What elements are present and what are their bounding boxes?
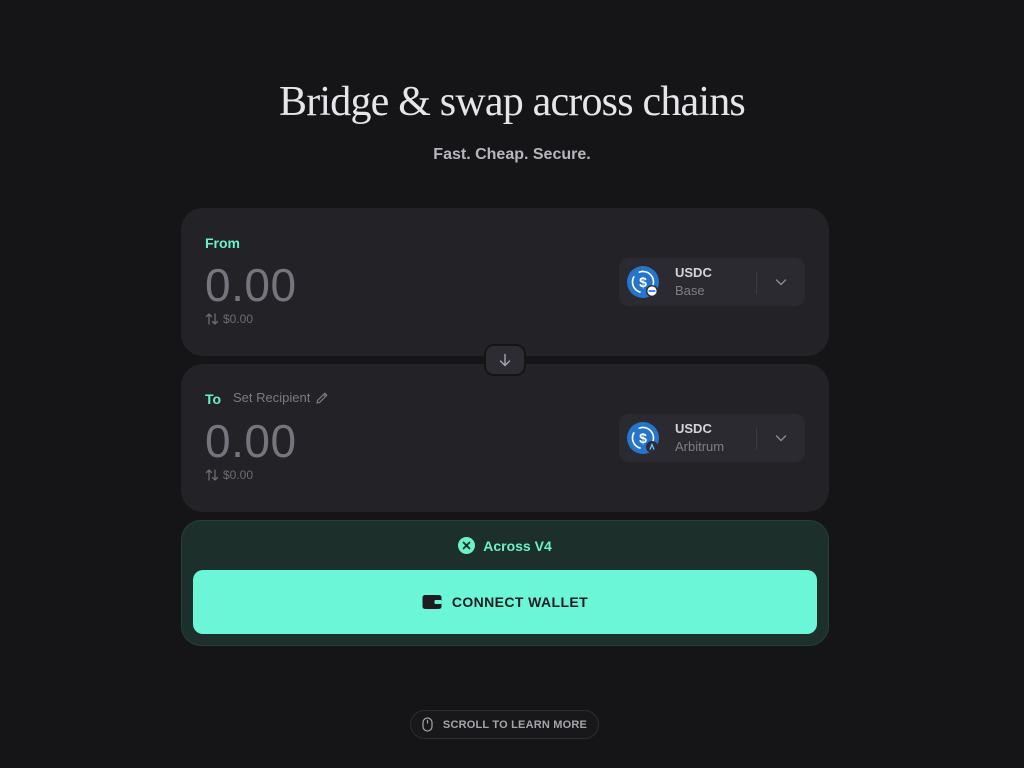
route-indicator: Across V4 bbox=[182, 537, 828, 554]
mouse-icon bbox=[422, 717, 433, 732]
to-token-selector[interactable]: $ USDC Arbitrum bbox=[619, 414, 805, 462]
swap-vertical-icon bbox=[205, 313, 219, 325]
to-usd-toggle[interactable]: $0.00 bbox=[205, 468, 253, 482]
connect-wallet-button[interactable]: CONNECT WALLET bbox=[193, 570, 817, 634]
pencil-icon bbox=[316, 392, 328, 404]
token-selector-divider bbox=[756, 428, 757, 450]
to-card: To Set Recipient 0.00 $0.00 $ USDC Arbit… bbox=[181, 364, 829, 512]
usdc-icon: $ bbox=[627, 422, 659, 454]
svg-text:$: $ bbox=[639, 274, 647, 290]
to-label: To bbox=[205, 391, 222, 407]
swap-direction-button[interactable] bbox=[484, 344, 526, 376]
to-usd-value: $0.00 bbox=[223, 468, 254, 482]
chevron-down-icon bbox=[775, 435, 787, 442]
scroll-hint[interactable]: SCROLL TO LEARN MORE bbox=[410, 710, 599, 739]
wallet-icon bbox=[422, 595, 442, 609]
page-title: Bridge & swap across chains bbox=[279, 79, 746, 125]
connect-wallet-label: CONNECT WALLET bbox=[451, 594, 589, 610]
usdc-icon: $ bbox=[627, 266, 659, 298]
svg-text:$: $ bbox=[639, 430, 647, 446]
scroll-hint-label: SCROLL TO LEARN MORE bbox=[442, 718, 588, 731]
from-token-chain: Base bbox=[675, 283, 705, 298]
from-label: From bbox=[205, 235, 240, 251]
from-amount-input[interactable]: 0.00 bbox=[205, 258, 297, 312]
arrow-down-icon bbox=[499, 353, 511, 367]
chevron-down-icon bbox=[775, 279, 787, 286]
set-recipient-label: Set Recipient bbox=[233, 390, 311, 405]
to-token-symbol: USDC bbox=[675, 421, 712, 436]
from-token-symbol: USDC bbox=[675, 265, 712, 280]
route-label: Across V4 bbox=[483, 537, 552, 554]
swap-vertical-icon bbox=[205, 469, 219, 481]
from-card: From 0.00 $0.00 $ USDC Base bbox=[181, 208, 829, 356]
page-subtitle: Fast. Cheap. Secure. bbox=[433, 146, 591, 163]
from-usd-toggle[interactable]: $0.00 bbox=[205, 312, 253, 326]
across-logo-icon bbox=[458, 537, 476, 554]
from-usd-value: $0.00 bbox=[223, 312, 254, 326]
from-token-selector[interactable]: $ USDC Base bbox=[619, 258, 805, 306]
to-token-chain: Arbitrum bbox=[675, 439, 725, 454]
set-recipient-button[interactable]: Set Recipient bbox=[233, 390, 329, 405]
action-panel: Across V4 CONNECT WALLET bbox=[181, 520, 829, 646]
to-amount-output: 0.00 bbox=[205, 415, 297, 467]
token-selector-divider bbox=[756, 272, 757, 294]
